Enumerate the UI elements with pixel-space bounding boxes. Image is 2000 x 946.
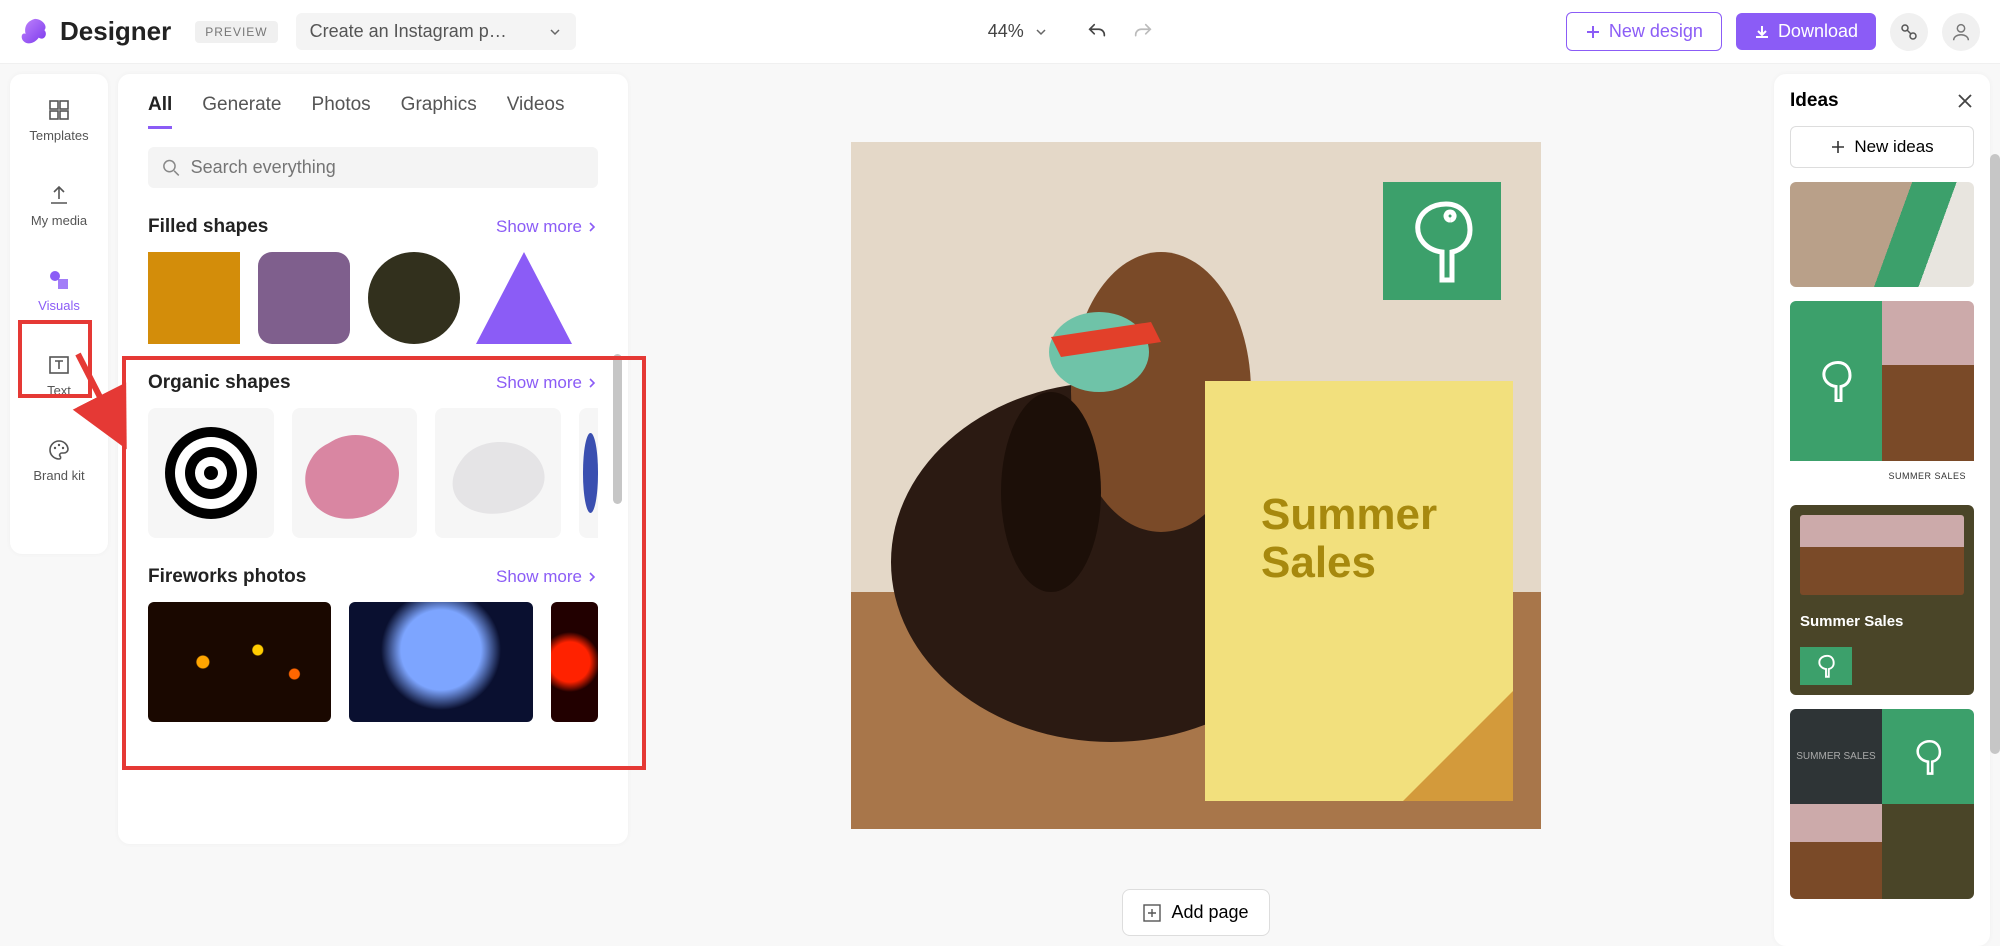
search-input[interactable] <box>191 157 584 178</box>
blob-icon <box>299 423 409 523</box>
palette-icon <box>47 438 71 462</box>
rail-label: Visuals <box>38 298 80 313</box>
rail-visuals[interactable]: Visuals <box>19 262 99 319</box>
plus-box-icon <box>1143 904 1161 922</box>
shape-rounded-square[interactable] <box>258 252 350 344</box>
visuals-panel: All Generate Photos Graphics Videos Fill… <box>118 74 628 844</box>
visuals-icon <box>47 268 71 292</box>
section-title: Filled shapes <box>148 216 268 238</box>
close-icon[interactable] <box>1956 92 1974 110</box>
sticky-note[interactable]: Summer Sales <box>1205 381 1513 801</box>
ideas-title: Ideas <box>1790 90 1839 112</box>
plus-icon <box>1585 24 1601 40</box>
new-design-button[interactable]: New design <box>1566 12 1722 51</box>
rail-brandkit[interactable]: Brand kit <box>19 432 99 489</box>
sticky-fold <box>1403 691 1513 801</box>
tab-all[interactable]: All <box>148 94 172 129</box>
bird-icon <box>1402 196 1482 286</box>
document-title-dropdown[interactable]: Create an Instagram p… <box>296 13 576 50</box>
bird-logo[interactable] <box>1383 182 1501 300</box>
tab-photos[interactable]: Photos <box>312 94 371 129</box>
rail-label: Templates <box>29 128 88 143</box>
section-organic-shapes: Organic shapes Show more <box>148 372 598 538</box>
rail-mymedia[interactable]: My media <box>19 177 99 234</box>
zoom-control[interactable]: 44% <box>988 21 1048 42</box>
shape-triangle[interactable] <box>478 252 570 344</box>
photo-fireworks-2[interactable] <box>349 602 532 722</box>
canvas-area: Summer Sales Add page <box>628 64 1764 936</box>
header-center: 44% <box>576 21 1566 43</box>
design-canvas[interactable]: Summer Sales <box>851 142 1541 829</box>
tab-videos[interactable]: Videos <box>507 94 565 129</box>
shape-blob-blue-partial[interactable] <box>579 408 598 538</box>
ideas-panel: Ideas New ideas SUMMER SALES Summer Sale… <box>1774 74 1990 946</box>
chevron-down-icon <box>1034 25 1048 39</box>
rail-templates[interactable]: Templates <box>19 92 99 149</box>
download-icon <box>1754 24 1770 40</box>
shape-concentric[interactable] <box>148 408 274 538</box>
rail-label: My media <box>31 213 87 228</box>
shape-circle[interactable] <box>368 252 460 344</box>
app-logo-icon <box>20 17 50 47</box>
rail-label: Brand kit <box>33 468 84 483</box>
logo-wrap: Designer PREVIEW <box>20 16 278 47</box>
account-button[interactable] <box>1942 13 1980 51</box>
show-more-organic-shapes[interactable]: Show more <box>496 373 598 393</box>
idea-card-3[interactable]: Summer Sales <box>1790 505 1974 695</box>
sticky-text: Summer Sales <box>1261 491 1437 588</box>
share-icon-button[interactable] <box>1890 13 1928 51</box>
rail-label: Text <box>47 383 71 398</box>
chevron-down-icon <box>548 25 562 39</box>
app-name: Designer <box>60 16 171 47</box>
shape-blob-pink[interactable] <box>292 408 418 538</box>
download-button[interactable]: Download <box>1736 13 1876 50</box>
blob-icon <box>443 428 553 518</box>
user-icon <box>1950 21 1972 43</box>
rail-text[interactable]: Text <box>19 347 99 404</box>
chevron-right-icon <box>586 221 598 233</box>
redo-icon[interactable] <box>1132 21 1154 43</box>
zoom-value: 44% <box>988 21 1024 42</box>
preview-badge: PREVIEW <box>195 21 277 43</box>
panel-tabs: All Generate Photos Graphics Videos <box>148 94 598 129</box>
add-page-button[interactable]: Add page <box>1122 889 1269 936</box>
chevron-right-icon <box>586 571 598 583</box>
section-title: Fireworks photos <box>148 566 306 588</box>
photo-fireworks-3[interactable] <box>551 602 598 722</box>
idea-caption: SUMMER SALES <box>1790 709 1882 804</box>
shape-square[interactable] <box>148 252 240 344</box>
idea-caption: SUMMER SALES <box>1790 461 1974 491</box>
show-more-filled-shapes[interactable]: Show more <box>496 217 598 237</box>
left-rail: Templates My media Visuals Text Brand ki… <box>10 74 108 554</box>
top-header: Designer PREVIEW Create an Instagram p… … <box>0 0 2000 64</box>
text-icon <box>47 353 71 377</box>
new-ideas-button[interactable]: New ideas <box>1790 126 1974 168</box>
concentric-icon <box>161 423 261 523</box>
search-icon <box>162 158 181 178</box>
ideas-scrollbar[interactable] <box>1990 154 2000 754</box>
section-fireworks-photos: Fireworks photos Show more <box>148 566 598 722</box>
idea-card-1[interactable] <box>1790 182 1974 287</box>
share-icon <box>1899 22 1919 42</box>
section-title: Organic shapes <box>148 372 291 394</box>
show-more-fireworks[interactable]: Show more <box>496 567 598 587</box>
panel-scrollbar[interactable] <box>613 354 622 504</box>
chevron-right-icon <box>586 377 598 389</box>
undo-icon[interactable] <box>1086 21 1108 43</box>
idea-caption: Summer Sales <box>1800 613 1964 630</box>
shape-blob-grey[interactable] <box>435 408 561 538</box>
templates-icon <box>47 98 71 122</box>
search-box[interactable] <box>148 147 598 188</box>
upload-icon <box>47 183 71 207</box>
plus-icon <box>1830 139 1846 155</box>
idea-card-4[interactable]: SUMMER SALES <box>1790 709 1974 899</box>
idea-card-2[interactable]: SUMMER SALES <box>1790 301 1974 491</box>
header-right: New design Download <box>1566 12 1980 51</box>
tab-generate[interactable]: Generate <box>202 94 281 129</box>
section-filled-shapes: Filled shapes Show more <box>148 216 598 344</box>
tab-graphics[interactable]: Graphics <box>401 94 477 129</box>
photo-fireworks-1[interactable] <box>148 602 331 722</box>
document-title: Create an Instagram p… <box>310 21 507 42</box>
